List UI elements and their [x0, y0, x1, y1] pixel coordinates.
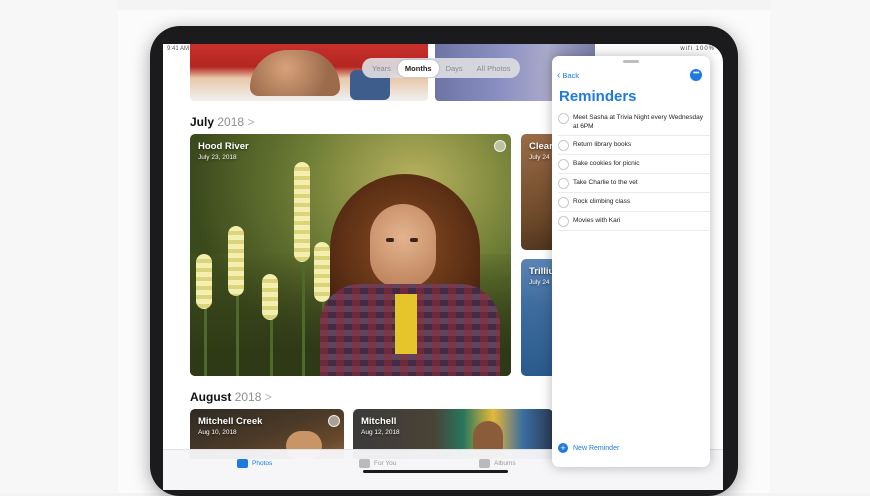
reminders-slide-over: ‹ Back ••• Reminders Meet Sasha at Trivi… [552, 56, 710, 467]
plus-icon: + [558, 443, 568, 453]
photo-card-date: July 24 [529, 154, 550, 161]
reminder-text[interactable]: Movies with Kari [573, 216, 704, 225]
backdrop-left [0, 0, 118, 493]
tab-albums[interactable]: Albums [479, 459, 516, 468]
new-reminder-button[interactable]: + New Reminder [558, 443, 619, 453]
tab-for-you[interactable]: For You [359, 459, 396, 468]
photo-card-date: July 23, 2018 [198, 154, 237, 161]
chevron-left-icon: ‹ [557, 69, 561, 81]
chevron-right-icon: > [264, 390, 272, 404]
checkbox-circle-icon[interactable] [558, 113, 569, 124]
reminder-text[interactable]: Return library books [573, 140, 704, 149]
select-circle-icon[interactable] [494, 140, 506, 152]
tab-years[interactable]: Years [365, 60, 398, 77]
for-you-icon [359, 459, 370, 468]
photo-card-title: Mitchell Creek [198, 416, 263, 427]
list-item: Bake cookies for picnic [558, 154, 710, 173]
backdrop-right [770, 0, 870, 493]
photo-card-date: Aug 10, 2018 [198, 429, 237, 436]
photo-card-title: Mitchell [361, 416, 397, 427]
photo-card-title: Hood River [198, 141, 249, 152]
reminders-list: Meet Sasha at Trivia Night every Wednesd… [552, 109, 710, 231]
reminder-text[interactable]: Rock climbing class [573, 197, 704, 206]
slide-over-grabber[interactable] [623, 60, 639, 63]
reminder-text[interactable]: Meet Sasha at Trivia Night every Wednesd… [573, 113, 704, 131]
checkbox-circle-icon[interactable] [558, 216, 569, 227]
reminders-title: Reminders [559, 88, 637, 105]
chevron-right-icon: > [247, 115, 255, 129]
list-item: Movies with Kari [558, 211, 710, 231]
list-item: Take Charlie to the vet [558, 173, 710, 192]
photo-card-title: Clear [529, 141, 553, 152]
reminder-text[interactable]: Bake cookies for picnic [573, 159, 704, 168]
photos-icon [237, 459, 248, 468]
list-item: Rock climbing class [558, 192, 710, 211]
section-title-august[interactable]: August 2018 > [190, 390, 272, 404]
reminder-text[interactable]: Take Charlie to the vet [573, 178, 704, 187]
checkbox-circle-icon[interactable] [558, 140, 569, 151]
home-indicator[interactable] [363, 470, 508, 473]
tab-photos[interactable]: Photos [237, 459, 272, 468]
photo-card-date: Aug 12, 2018 [361, 429, 400, 436]
tab-months[interactable]: Months [397, 59, 439, 77]
status-indicators: wifi 100% [680, 46, 715, 52]
list-item: Meet Sasha at Trivia Night every Wednesd… [558, 109, 710, 135]
select-circle-icon[interactable] [328, 415, 340, 427]
checkbox-circle-icon[interactable] [558, 197, 569, 208]
list-item: Return library books [558, 135, 710, 154]
albums-icon [479, 459, 490, 468]
tab-days[interactable]: Days [439, 60, 470, 77]
view-segmented-control: Years Months Days All Photos [362, 58, 521, 78]
section-title-july[interactable]: July 2018 > [190, 115, 254, 129]
checkbox-circle-icon[interactable] [558, 178, 569, 189]
tab-all-photos[interactable]: All Photos [470, 60, 518, 77]
checkbox-circle-icon[interactable] [558, 159, 569, 170]
photo-card-hood-river[interactable]: Hood River July 23, 2018 [190, 134, 511, 376]
more-button[interactable]: ••• [690, 69, 702, 81]
back-button[interactable]: ‹ Back [557, 69, 579, 81]
